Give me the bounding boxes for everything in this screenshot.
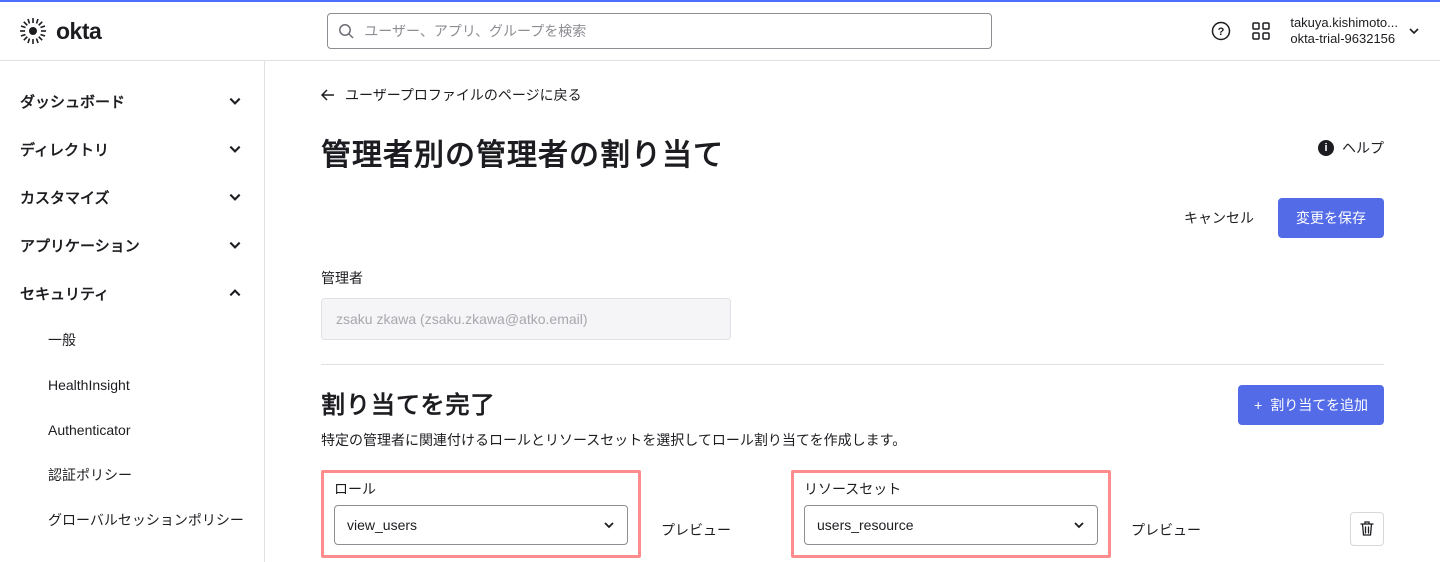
admin-field: zsaku zkawa (zsaku.zkawa@atko.email): [321, 298, 731, 340]
chevron-down-icon: [1073, 519, 1085, 531]
user-name: takuya.kishimoto...: [1290, 15, 1398, 31]
back-link[interactable]: ユーザープロファイルのページに戻る: [321, 85, 582, 105]
role-select[interactable]: view_users: [334, 505, 628, 545]
sidebar-sub-general[interactable]: 一般: [48, 317, 254, 362]
sidebar-item-security[interactable]: セキュリティ: [20, 269, 254, 317]
top-bar: okta ? takuya.kishimoto... okta-trial-96…: [0, 0, 1440, 61]
sidebar-sub-auth-policy[interactable]: 認証ポリシー: [48, 452, 254, 497]
help-icon[interactable]: ?: [1210, 20, 1232, 42]
apps-grid-icon[interactable]: [1250, 20, 1272, 42]
role-label: ロール: [334, 479, 628, 499]
complete-desc: 特定の管理者に関連付けるロールとリソースセットを選択してロール割り当てを作成しま…: [321, 430, 1384, 450]
sidebar-sub-global-session[interactable]: グローバルセッションポリシー: [48, 497, 254, 542]
sidebar-item-applications[interactable]: アプリケーション: [20, 221, 254, 269]
role-preview-link[interactable]: プレビュー: [661, 520, 731, 558]
arrow-left-icon: [321, 89, 335, 101]
main-content: ユーザープロファイルのページに戻る 管理者別の管理者の割り当て i ヘルプ キャ…: [265, 61, 1440, 562]
divider: [321, 364, 1384, 365]
chevron-down-icon: [228, 94, 242, 108]
global-search: [327, 13, 992, 49]
search-icon: [338, 23, 354, 39]
resource-label: リソースセット: [804, 479, 1098, 499]
sidebar-item-customize[interactable]: カスタマイズ: [20, 173, 254, 221]
chevron-down-icon: [228, 190, 242, 204]
cancel-button[interactable]: キャンセル: [1184, 208, 1254, 228]
user-org: okta-trial-9632156: [1290, 31, 1398, 47]
plus-icon: +: [1254, 397, 1262, 413]
add-assignment-button[interactable]: + 割り当てを追加: [1238, 385, 1384, 425]
sidebar: ダッシュボード ディレクトリ カスタマイズ アプリケーション セキュリティ 一般…: [0, 61, 265, 562]
page-title: 管理者別の管理者の割り当て: [321, 130, 724, 174]
info-icon: i: [1318, 140, 1334, 156]
okta-sunburst-icon: [20, 18, 46, 44]
sidebar-item-dashboard[interactable]: ダッシュボード: [20, 77, 254, 125]
chevron-down-icon: [228, 238, 242, 252]
resource-select[interactable]: users_resource: [804, 505, 1098, 545]
chevron-down-icon: [603, 519, 615, 531]
admin-label: 管理者: [321, 268, 1384, 288]
chevron-down-icon: [1408, 25, 1420, 37]
sidebar-sub-authenticator[interactable]: Authenticator: [48, 407, 254, 452]
chevron-down-icon: [228, 142, 242, 156]
sidebar-item-directory[interactable]: ディレクトリ: [20, 125, 254, 173]
sidebar-sub-healthinsight[interactable]: HealthInsight: [48, 362, 254, 407]
help-link[interactable]: i ヘルプ: [1318, 138, 1384, 158]
chevron-up-icon: [228, 286, 242, 300]
complete-title: 割り当てを完了: [321, 385, 1384, 420]
brand-name: okta: [56, 18, 101, 45]
search-input[interactable]: [327, 13, 992, 49]
svg-text:?: ?: [1218, 26, 1225, 38]
user-menu[interactable]: takuya.kishimoto... okta-trial-9632156: [1290, 15, 1420, 48]
resource-field-block: リソースセット users_resource: [791, 470, 1111, 558]
delete-assignment-button[interactable]: [1350, 512, 1384, 546]
brand-logo[interactable]: okta: [20, 18, 101, 45]
trash-icon: [1360, 521, 1374, 537]
resource-preview-link[interactable]: プレビュー: [1131, 520, 1201, 558]
role-field-block: ロール view_users: [321, 470, 641, 558]
save-button[interactable]: 変更を保存: [1278, 198, 1384, 238]
